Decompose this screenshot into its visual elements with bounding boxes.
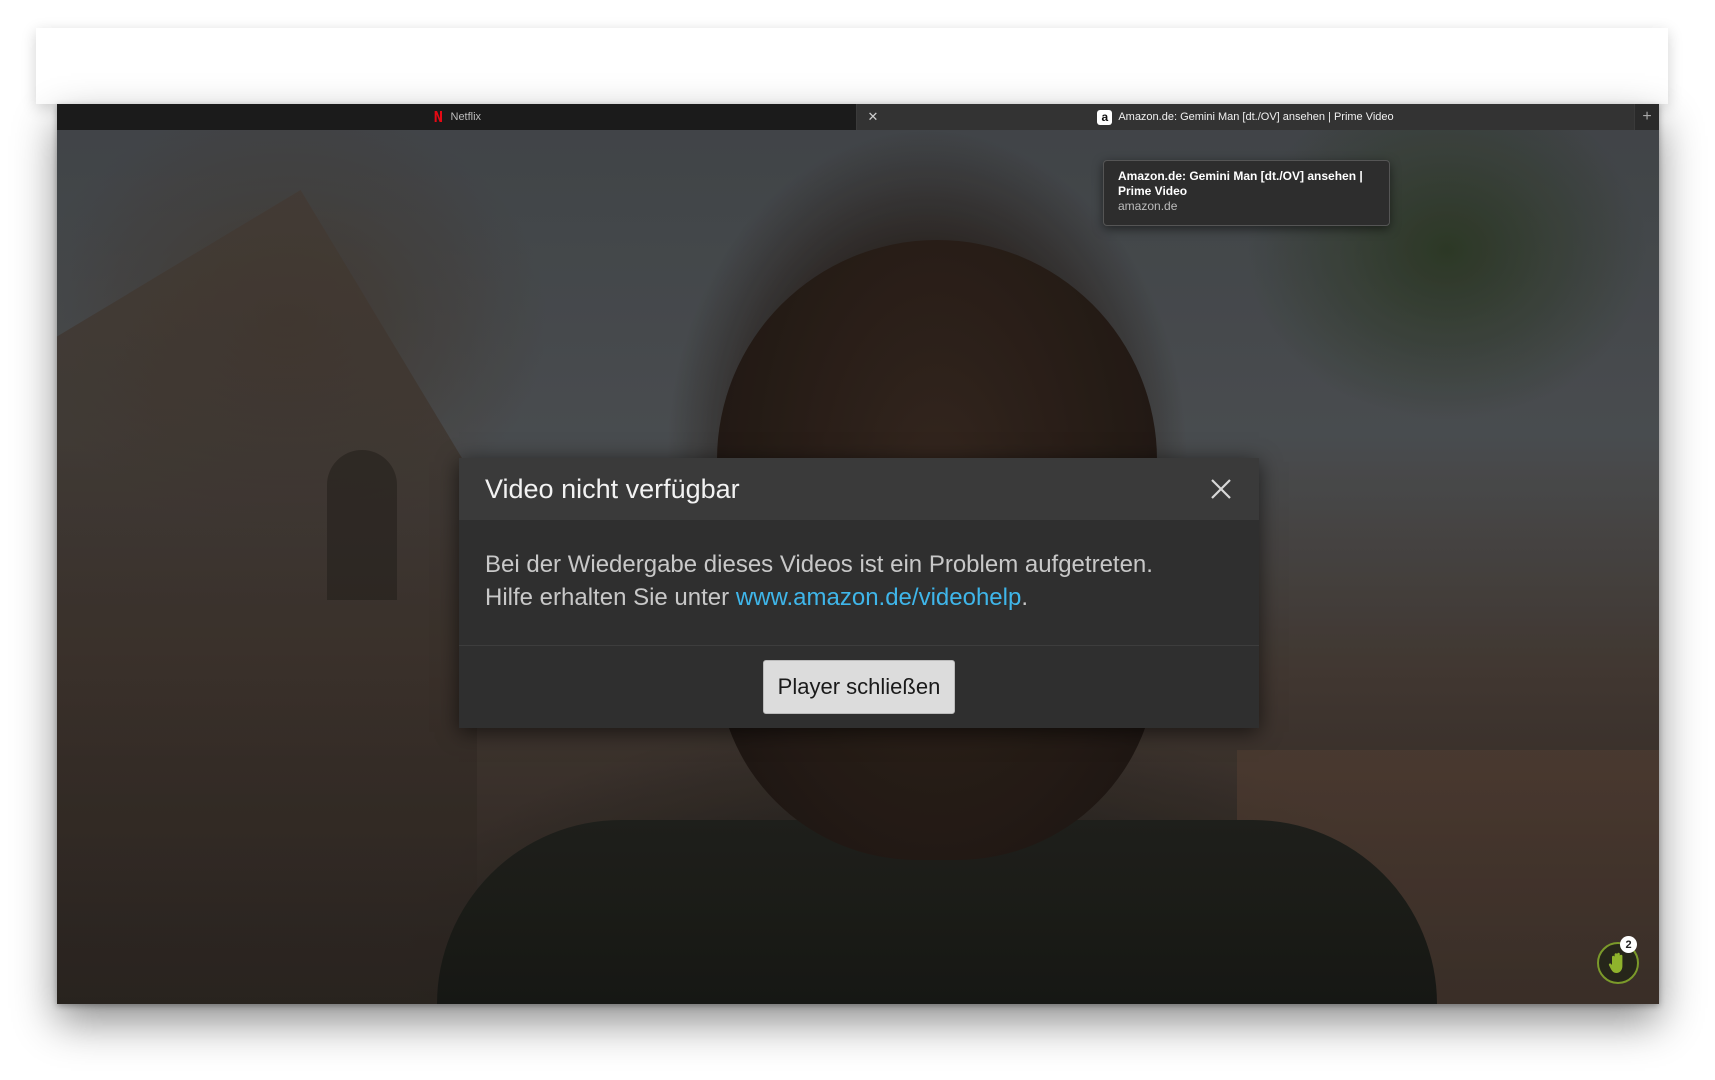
browser-window: N Netflix ✕ a Amazon.de: Gemini Man [dt.…: [57, 104, 1659, 1004]
dialog-message-suffix: .: [1021, 584, 1028, 611]
tooltip-title: Amazon.de: Gemini Man [dt./OV] ansehen |…: [1118, 169, 1363, 198]
netflix-n-icon: N: [433, 108, 443, 126]
amazon-a-icon: a: [1097, 109, 1113, 125]
close-player-button[interactable]: Player schließen: [763, 660, 955, 714]
tooltip-domain: amazon.de: [1118, 199, 1178, 213]
tab-bar: N Netflix ✕ a Amazon.de: Gemini Man [dt.…: [57, 104, 1659, 130]
error-dialog: Video nicht verfügbar Bei der Wiedergabe…: [459, 458, 1259, 728]
dialog-title: Video nicht verfügbar: [485, 473, 740, 504]
tab-netflix-label: Netflix: [450, 111, 482, 123]
tab-netflix[interactable]: N Netflix: [57, 104, 857, 130]
tab-tooltip: Amazon.de: Gemini Man [dt./OV] ansehen |…: [1103, 160, 1390, 226]
hand-icon: [1608, 952, 1623, 973]
tab-amazon-label: Amazon.de: Gemini Man [dt./OV] ansehen |…: [1118, 111, 1394, 123]
plus-icon: +: [1642, 108, 1652, 125]
help-link[interactable]: www.amazon.de/videohelp: [736, 584, 1022, 611]
notification-badge: 2: [1620, 936, 1637, 953]
close-icon[interactable]: [1209, 477, 1233, 501]
video-player-background: Video nicht verfügbar Bei der Wiedergabe…: [57, 130, 1659, 1004]
dialog-message-prefix: Hilfe erhalten Sie unter: [485, 584, 736, 611]
dialog-header: Video nicht verfügbar: [459, 458, 1259, 520]
dialog-footer: Player schließen: [459, 646, 1259, 728]
new-tab-button[interactable]: +: [1634, 104, 1659, 130]
dialog-message: Bei der Wiedergabe dieses Videos ist ein…: [459, 520, 1259, 646]
top-window-bar: [36, 28, 1668, 104]
dialog-message-line2: Hilfe erhalten Sie unter www.amazon.de/v…: [485, 581, 1233, 614]
close-tab-icon[interactable]: ✕: [865, 109, 881, 125]
dialog-message-line1: Bei der Wiedergabe dieses Videos ist ein…: [485, 551, 1153, 578]
tab-amazon[interactable]: ✕ a Amazon.de: Gemini Man [dt./OV] anseh…: [857, 104, 1634, 130]
